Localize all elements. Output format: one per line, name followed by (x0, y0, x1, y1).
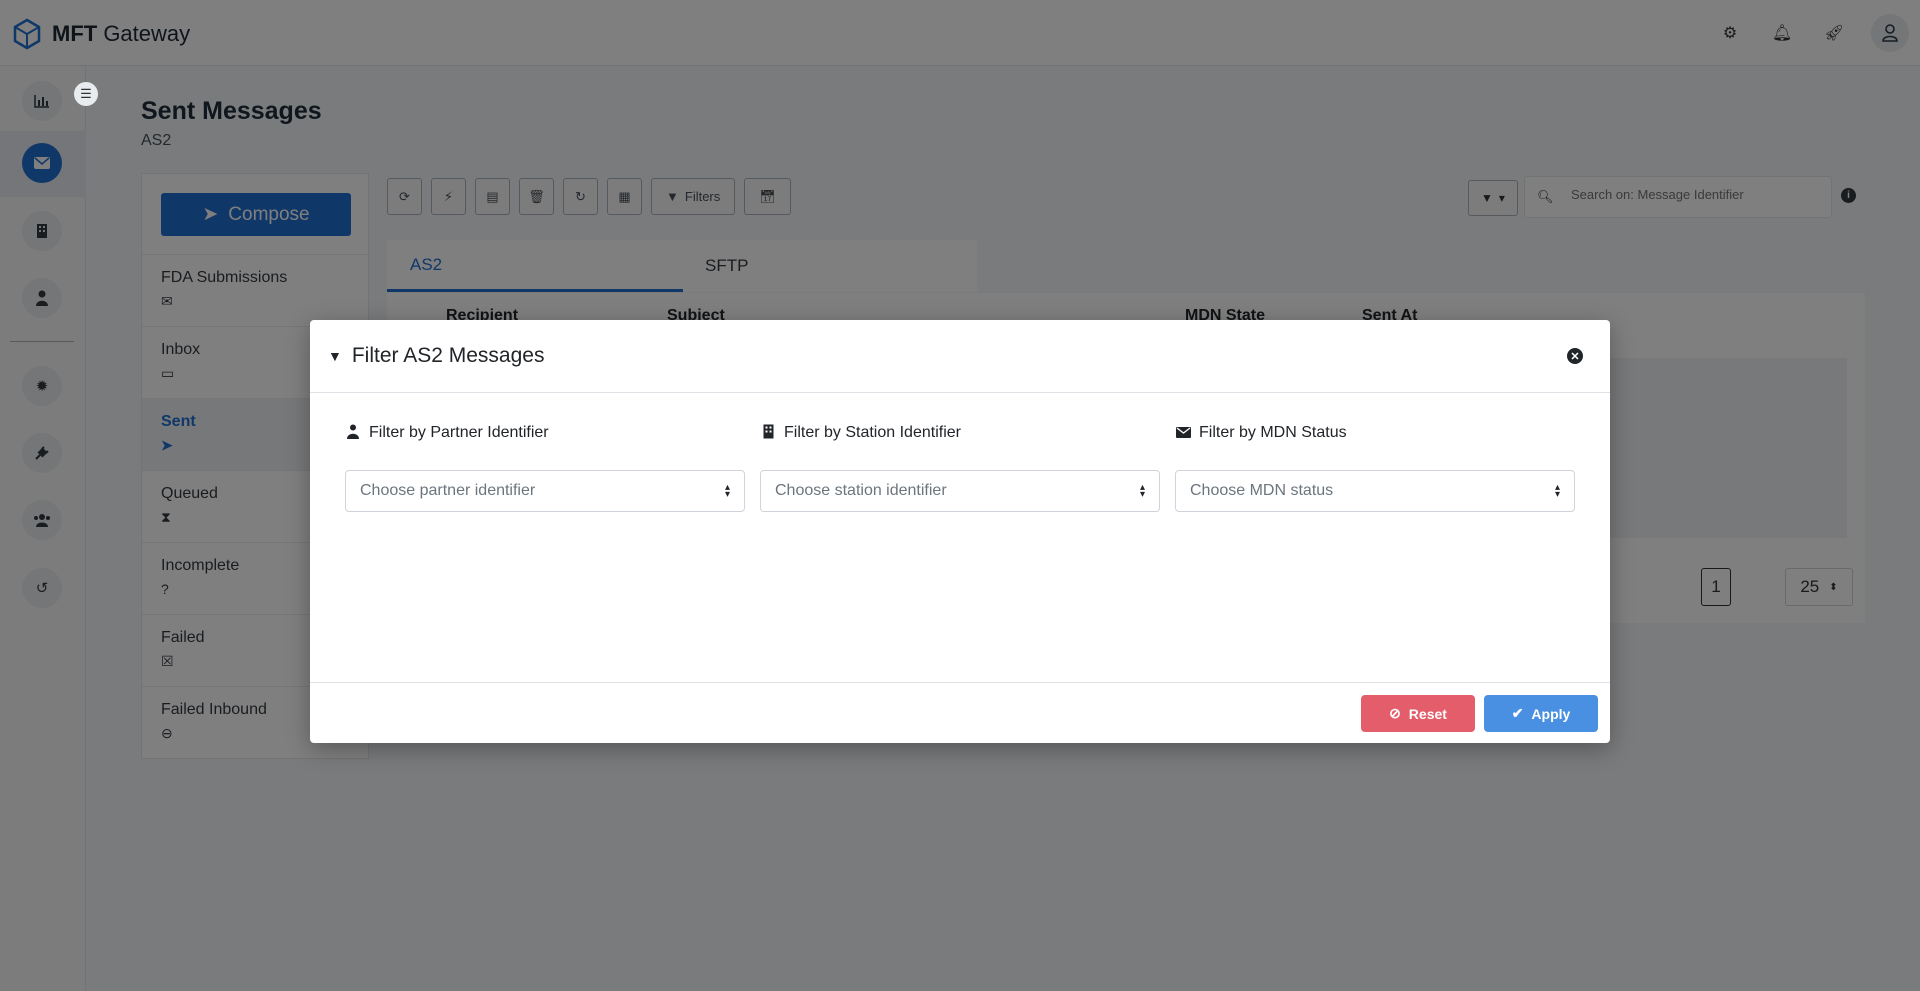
envelope-icon (1175, 425, 1191, 441)
ban-icon: ⊘ (1389, 705, 1401, 721)
close-icon[interactable]: ✕ (1567, 348, 1583, 364)
partner-identifier-select[interactable]: Choose partner identifier ▴ ▾ (345, 470, 745, 512)
sort-arrows-icon: ▴ ▾ (724, 482, 730, 500)
sort-arrows-icon: ▴ ▾ (1554, 482, 1560, 500)
filter-icon: ▼ (328, 348, 342, 364)
station-identifier-select[interactable]: Choose station identifier ▴ ▾ (760, 470, 1160, 512)
mdn-status-select[interactable]: Choose MDN status ▴ ▾ (1175, 470, 1575, 512)
apply-button[interactable]: ✔ Apply (1484, 695, 1598, 732)
station-filter-group: Filter by Station Identifier Choose stat… (760, 423, 1160, 512)
modal-header: ▼ Filter AS2 Messages ✕ (310, 320, 1610, 393)
mdn-filter-group: Filter by MDN Status Choose MDN status ▴… (1175, 423, 1575, 512)
mdn-filter-label: Filter by MDN Status (1199, 424, 1347, 441)
filter-modal: ▼ Filter AS2 Messages ✕ Filter by Partne… (310, 320, 1610, 743)
building-icon (760, 424, 776, 442)
reset-button[interactable]: ⊘ Reset (1361, 695, 1475, 732)
modal-title: Filter AS2 Messages (351, 344, 545, 367)
station-filter-label: Filter by Station Identifier (784, 424, 961, 441)
check-icon: ✔ (1511, 705, 1524, 721)
modal-footer: ⊘ Reset ✔ Apply (310, 682, 1610, 743)
user-tie-icon (345, 424, 361, 442)
partner-filter-group: Filter by Partner Identifier Choose part… (345, 423, 745, 512)
menu-toggle-icon[interactable]: ☰ (74, 82, 98, 106)
sort-arrows-icon: ▴ ▾ (1139, 482, 1145, 500)
partner-filter-label: Filter by Partner Identifier (369, 424, 549, 441)
